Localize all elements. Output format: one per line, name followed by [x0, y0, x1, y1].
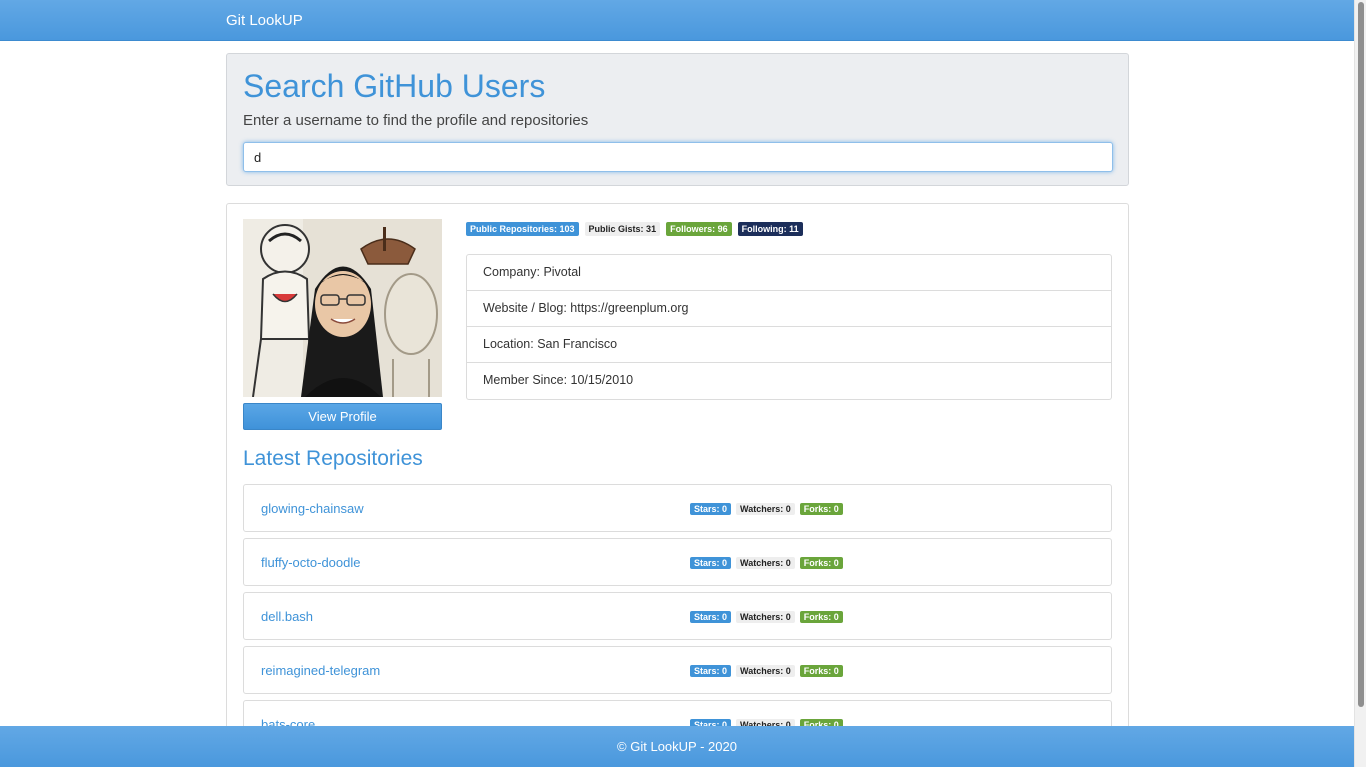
repo-link[interactable]: reimagined-telegram — [261, 663, 380, 678]
member-since-item: Member Since: 10/15/2010 — [483, 373, 634, 387]
watchers-badge: Watchers: 0 — [736, 557, 795, 569]
watchers-badge: Watchers: 0 — [736, 611, 795, 623]
view-profile-button[interactable]: View Profile — [243, 403, 442, 430]
following-badge: Following: 11 — [737, 222, 803, 236]
repo-stats: Stars: 0 Watchers: 0 Forks: 0 — [690, 557, 843, 569]
repo-card: glowing-chainsaw Stars: 0 Watchers: 0 Fo… — [243, 484, 1112, 532]
profile-stats: Public Repositories: 103 Public Gists: 3… — [466, 222, 803, 236]
navbar: Git LookUP — [0, 0, 1354, 41]
repo-stats: Stars: 0 Watchers: 0 Forks: 0 — [690, 503, 843, 515]
stars-badge: Stars: 0 — [690, 557, 732, 569]
repo-card: reimagined-telegram Stars: 0 Watchers: 0… — [243, 646, 1112, 694]
repo-card: fluffy-octo-doodle Stars: 0 Watchers: 0 … — [243, 538, 1112, 586]
profile-info-list: Company: Pivotal Website / Blog: https:/… — [466, 254, 1112, 400]
watchers-badge: Watchers: 0 — [736, 503, 795, 515]
repo-link[interactable]: glowing-chainsaw — [261, 501, 364, 516]
profile-card: View Profile Public Repositories: 103 Pu… — [226, 203, 1129, 748]
forks-badge: Forks: 0 — [799, 611, 843, 623]
repo-stats: Stars: 0 Watchers: 0 Forks: 0 — [690, 665, 843, 677]
stars-badge: Stars: 0 — [690, 665, 732, 677]
forks-badge: Forks: 0 — [799, 557, 843, 569]
company-item: Company: Pivotal — [467, 255, 1111, 291]
repo-link[interactable]: fluffy-octo-doodle — [261, 555, 361, 570]
avatar-image — [243, 219, 442, 397]
public-gists-badge: Public Gists: 31 — [584, 222, 661, 236]
search-input[interactable] — [243, 142, 1113, 172]
repo-link[interactable]: dell.bash — [261, 609, 313, 624]
footer: © Git LookUP - 2020 — [0, 726, 1354, 767]
search-panel: Search GitHub Users Enter a username to … — [226, 53, 1129, 186]
search-title: Search GitHub Users — [243, 68, 546, 104]
forks-badge: Forks: 0 — [799, 665, 843, 677]
page-scrollbar[interactable] — [1354, 0, 1366, 767]
repo-stats: Stars: 0 Watchers: 0 Forks: 0 — [690, 611, 843, 623]
watchers-badge: Watchers: 0 — [736, 665, 795, 677]
avatar — [243, 219, 442, 397]
repositories-title: Latest Repositories — [243, 447, 423, 470]
location-item: Location: San Francisco — [467, 327, 1111, 363]
public-repos-badge: Public Repositories: 103 — [466, 222, 579, 236]
website-item: Website / Blog: https://greenplum.org — [467, 291, 1111, 327]
brand-link[interactable]: Git LookUP — [226, 12, 303, 29]
repo-card: dell.bash Stars: 0 Watchers: 0 Forks: 0 — [243, 592, 1112, 640]
scrollbar-thumb[interactable] — [1358, 2, 1364, 707]
search-subtitle: Enter a username to find the profile and… — [243, 112, 589, 129]
forks-badge: Forks: 0 — [799, 503, 843, 515]
stars-badge: Stars: 0 — [690, 611, 732, 623]
followers-badge: Followers: 96 — [666, 222, 732, 236]
stars-badge: Stars: 0 — [690, 503, 732, 515]
